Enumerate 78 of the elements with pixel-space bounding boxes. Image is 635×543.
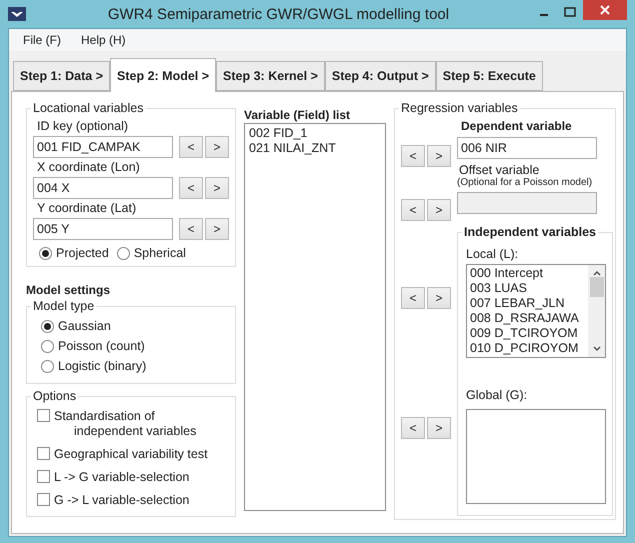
scrollbar[interactable] <box>588 265 605 357</box>
list-item[interactable]: 009 D_TCIROYOM <box>470 326 585 341</box>
list-item[interactable]: 021 NILAI_ZNT <box>249 141 381 156</box>
field-label: ID key (optional) <box>37 119 130 134</box>
arrow-button[interactable]: > <box>205 136 229 158</box>
radio-option[interactable]: Logistic (binary) <box>41 359 221 373</box>
group-title: Regression variables <box>399 101 520 115</box>
local-list[interactable]: 000 Intercept 003 LUAS 007 LEBAR_JLN 008 D_RSRAJAWA 009 D_TCIROYOM 010 D_PCIROYOM <box>466 264 606 358</box>
option-label: independent variables <box>74 424 196 439</box>
menu-item[interactable]: File (F) <box>15 31 69 49</box>
radio-option[interactable]: Spherical <box>116 246 186 260</box>
input-field[interactable]: 005 Y <box>33 218 173 240</box>
close-icon <box>600 5 610 15</box>
app-icon <box>8 7 26 21</box>
group-title: Model type <box>31 299 96 313</box>
radio-option[interactable]: Poisson (count) <box>41 339 221 353</box>
checkbox-option[interactable]: G -> L variable-selection <box>37 493 225 508</box>
option-label: Geographical variability test <box>54 447 208 462</box>
list-item[interactable]: 002 FID_1 <box>249 126 381 141</box>
checkbox[interactable] <box>37 409 50 422</box>
radio-option[interactable]: Projected <box>39 246 109 260</box>
arrow-button[interactable]: < <box>179 218 203 240</box>
global-list[interactable] <box>466 409 606 504</box>
group-title: Independent variables <box>462 225 598 239</box>
list-label: Local (L): <box>466 247 520 262</box>
checkbox-option[interactable]: Geographical variability test <box>37 447 225 462</box>
arrow-button[interactable]: > <box>427 145 451 167</box>
section-title: Model settings <box>26 283 112 298</box>
menu-item[interactable]: Help (H) <box>73 31 134 49</box>
arrow-button[interactable]: > <box>427 417 451 439</box>
checkbox-option[interactable]: Standardisation of independent variables <box>37 409 225 439</box>
arrow-button[interactable]: < <box>401 417 425 439</box>
arrow-button[interactable]: < <box>401 145 425 167</box>
list-item[interactable]: 000 Intercept <box>470 266 585 281</box>
arrow-button[interactable]: > <box>427 287 451 309</box>
input-field[interactable]: 006 NIR <box>457 137 597 159</box>
input-field[interactable]: 001 FID_CAMPAK <box>33 136 173 158</box>
list-item[interactable]: 007 LEBAR_JLN <box>470 296 585 311</box>
option-label: G -> L variable-selection <box>54 493 190 508</box>
option-label: L -> G variable-selection <box>54 470 190 485</box>
arrow-button[interactable]: > <box>205 177 229 199</box>
checkbox-option[interactable]: L -> G variable-selection <box>37 470 225 485</box>
group-title: Locational variables <box>31 101 146 115</box>
arrow-button[interactable]: < <box>401 199 425 221</box>
option-label: Standardisation of <box>54 409 156 424</box>
input-field[interactable]: 004 X <box>33 177 173 199</box>
step-tab[interactable]: Step 2: Model > <box>110 58 216 92</box>
arrow-button[interactable]: > <box>427 199 451 221</box>
up-icon[interactable] <box>592 269 602 277</box>
close-button[interactable] <box>583 0 627 20</box>
list-label: Global (G): <box>466 388 528 403</box>
scrollbar-thumb[interactable] <box>590 277 604 297</box>
input-field[interactable] <box>457 192 597 214</box>
radio-option[interactable]: Gaussian <box>41 319 221 333</box>
step-tab[interactable]: Step 1: Data > <box>13 61 110 91</box>
field-title: Offset variable <box>459 164 540 177</box>
step-tab[interactable]: Step 4: Output > <box>324 61 436 91</box>
checkbox[interactable] <box>37 470 50 483</box>
arrow-button[interactable]: < <box>179 136 203 158</box>
field-label: X coordinate (Lon) <box>37 160 141 175</box>
list-title: Variable (Field) list <box>244 108 352 123</box>
step-tab[interactable]: Step 5: Execute <box>436 61 543 91</box>
field-title: Dependent variable <box>461 119 573 134</box>
checkbox[interactable] <box>37 493 50 506</box>
step-tab[interactable]: Step 3: Kernel > <box>216 61 325 91</box>
list-item[interactable]: 003 LUAS <box>470 281 585 296</box>
checkbox[interactable] <box>37 447 50 460</box>
group-title: Options <box>31 389 78 403</box>
field-note: (Optional for a Poisson model) <box>457 177 594 188</box>
list-item[interactable]: 008 D_RSRAJAWA <box>470 311 585 326</box>
arrow-button[interactable]: < <box>179 177 203 199</box>
field-label: Y coordinate (Lat) <box>37 201 138 216</box>
down-icon[interactable] <box>592 345 602 353</box>
list-item[interactable]: 010 D_PCIROYOM <box>470 341 585 356</box>
field-list[interactable]: 002 FID_1 021 NILAI_ZNT <box>244 123 386 511</box>
arrow-button[interactable]: < <box>401 287 425 309</box>
arrow-button[interactable]: > <box>205 218 229 240</box>
window-title: GWR4 Semiparametric GWR/GWGL modelling tool <box>106 6 450 22</box>
